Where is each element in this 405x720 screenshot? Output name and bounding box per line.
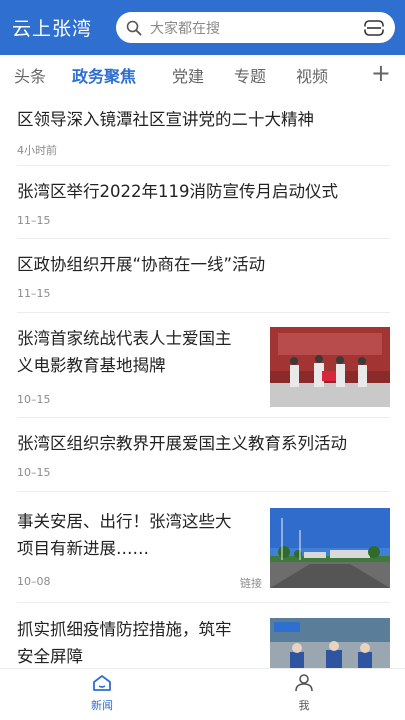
news-item[interactable]: 事关安居、出行！张湾这些大项目有新进展…… 10–08 链接: [17, 508, 390, 603]
app-header: 云上张湾 大家都在搜: [0, 0, 405, 55]
news-item[interactable]: 张湾区举行2022年119消防宣传月启动仪式 11–15: [17, 178, 390, 239]
news-title: 张湾区组织宗教界开展爱国主义教育系列活动: [17, 434, 347, 453]
news-title: 抓实抓细疫情防控措施，筑牢安全屏障: [17, 620, 232, 666]
news-item[interactable]: 抓实抓细疫情防控措施，筑牢安全屏障: [17, 616, 390, 668]
news-thumbnail: [270, 618, 390, 668]
tab-zhengwu[interactable]: 政务聚焦: [72, 63, 136, 87]
news-item[interactable]: 张湾区组织宗教界开展爱国主义教育系列活动 10–15: [17, 430, 390, 492]
news-time: 11–15: [17, 287, 51, 300]
news-item[interactable]: 区领导深入镜潭社区宣讲党的二十大精神 4小时前: [17, 106, 390, 166]
user-icon: [295, 674, 313, 692]
nav-me-label: 我: [298, 699, 310, 712]
news-item[interactable]: 区政协组织开展“协商在一线”活动 11–15: [17, 251, 390, 313]
search-icon: [126, 20, 142, 35]
ceremony-photo: [270, 327, 390, 407]
home-icon: [93, 675, 111, 691]
news-time: 11–15: [17, 214, 51, 227]
news-title: 张湾首家统战代表人士爱国主义电影教育基地揭牌: [17, 329, 232, 375]
scan-icon[interactable]: [363, 19, 385, 37]
tab-toutiao[interactable]: 头条: [14, 63, 46, 87]
news-title: 区政协组织开展“协商在一线”活动: [17, 255, 266, 274]
epidemic-check-photo: [270, 618, 390, 668]
tab-zhuanti[interactable]: 专题: [234, 63, 266, 87]
search-placeholder: 大家都在搜: [150, 20, 220, 37]
road-photo: [270, 508, 390, 588]
news-title: 张湾区举行2022年119消防宣传月启动仪式: [17, 182, 338, 201]
news-title: 区领导深入镜潭社区宣讲党的二十大精神: [17, 110, 314, 129]
category-tabs: 头条 政务聚焦 党建 专题 视频 +: [0, 55, 405, 93]
news-title: 事关安居、出行！张湾这些大项目有新进展……: [17, 512, 232, 558]
search-bar[interactable]: 大家都在搜: [116, 12, 395, 43]
nav-news-label: 新闻: [91, 699, 113, 712]
news-time: 10–08: [17, 575, 51, 588]
nav-me[interactable]: 我: [274, 674, 334, 713]
news-thumbnail: [270, 508, 390, 588]
news-item[interactable]: 张湾首家统战代表人士爱国主义电影教育基地揭牌 10–15: [17, 325, 390, 418]
app-title: 云上张湾: [12, 18, 93, 40]
tab-dangjian[interactable]: 党建: [172, 63, 204, 87]
bottom-nav: 新闻 我: [0, 668, 405, 720]
news-time: 10–15: [17, 466, 51, 479]
news-time: 10–15: [17, 393, 51, 406]
news-feed: 区领导深入镜潭社区宣讲党的二十大精神 4小时前 张湾区举行2022年119消防宣…: [0, 93, 405, 668]
add-tab-button[interactable]: +: [371, 59, 391, 87]
news-thumbnail: [270, 327, 390, 407]
nav-news[interactable]: 新闻: [72, 674, 132, 713]
news-time: 4小时前: [17, 144, 57, 157]
link-tag: 链接: [240, 577, 262, 590]
tab-shipin[interactable]: 视频: [296, 63, 328, 87]
